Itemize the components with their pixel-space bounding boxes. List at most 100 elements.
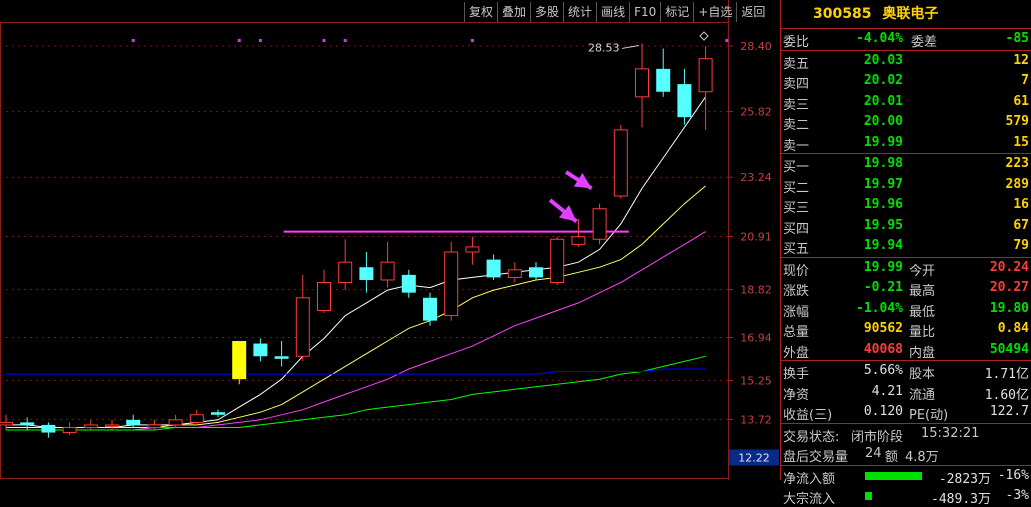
ask-book: 卖五 20.03 12 卖四 20.02 7 卖三 20.01 61 卖二 20.00 579 卖一 19… <box>781 51 1031 154</box>
toolbar-button-4[interactable]: 画线 <box>596 2 629 22</box>
candle-body <box>635 68 649 98</box>
fund-value: 5.66% <box>863 363 903 378</box>
trade-status: 闭市阶段 <box>851 429 904 445</box>
fundamentals: 换手 5.66% 股本 1.71亿 净资 4.21 流通 1.60亿 收益(三) 0.120 PE(… <box>781 361 1031 424</box>
ma-line <box>6 96 707 428</box>
trade-status-row: 交易状态: 闭市阶段 15:32:21 <box>781 424 1031 445</box>
weicha-value: -85 <box>1005 31 1029 46</box>
candle-body <box>41 424 56 433</box>
signal-dot <box>258 39 262 42</box>
quote-label: 量比 <box>909 325 936 340</box>
candle-body <box>677 84 692 118</box>
quote-label: 外盘 <box>783 345 810 361</box>
candle-body <box>317 282 331 311</box>
signal-dot <box>470 39 474 42</box>
fund-value: 4.21 <box>871 383 903 399</box>
candle-body <box>550 238 565 284</box>
quote-label: 内盘 <box>909 345 936 361</box>
candle-body <box>232 341 247 380</box>
bid-volume: 79 <box>1013 238 1029 253</box>
candle-body <box>211 412 225 415</box>
candle-body <box>83 424 98 428</box>
weibi-value: -4.04% <box>856 31 903 46</box>
ask-volume: 579 <box>1005 114 1029 129</box>
fund-label: PE(动) <box>909 408 949 423</box>
bid-label: 买五 <box>783 242 810 257</box>
signal-dot <box>237 39 241 42</box>
flow-bar <box>865 471 922 480</box>
candle-body <box>529 267 543 278</box>
candle-body <box>613 129 628 197</box>
quote-value: 50494 <box>989 341 1029 357</box>
bid-volume: 67 <box>1013 217 1029 233</box>
fund-label: 换手 <box>783 367 810 382</box>
candle-body <box>656 68 671 92</box>
ask-volume: 12 <box>1013 52 1029 68</box>
quote-value: 20.24 <box>989 259 1029 275</box>
ask-price: 20.02 <box>863 73 903 88</box>
ask-price: 20.01 <box>863 93 903 109</box>
bid-label: 买四 <box>783 221 810 237</box>
ask-price: 20.03 <box>863 52 903 68</box>
candle-body <box>401 274 416 293</box>
toolbar-button-5[interactable]: F10 <box>629 2 660 22</box>
after-vol-label: 盘后交易量 <box>783 450 849 465</box>
toolbar-button-0[interactable]: 复权 <box>464 2 497 22</box>
fund-label: 收益(三) <box>783 408 833 423</box>
fund-value: 1.60亿 <box>984 387 1029 403</box>
flow-row: 净流入额 -2823万 -16% <box>781 466 1031 487</box>
quote-panel: 300585 奥联电子 委比 -4.04% 委差 -85 卖五 20.03 12 卖四… <box>780 0 1031 507</box>
toolbar-button-1[interactable]: 叠加 <box>497 2 530 22</box>
bid-book: 买一 19.98 223 买二 19.97 289 买三 19.96 16 买四 19.95 67 买五… <box>781 154 1031 258</box>
candle-body <box>189 414 204 423</box>
signal-dot <box>322 39 326 42</box>
candle-body <box>0 421 13 426</box>
y-tick-label: 20.91 <box>740 230 772 243</box>
candle-body <box>359 267 374 280</box>
quote-value: -0.21 <box>863 280 903 295</box>
flow-row: 大宗流入 -489.3万 -3% <box>781 486 1031 507</box>
fund-label: 净资 <box>783 387 810 403</box>
y-tick-label: 13.72 <box>740 413 772 426</box>
toolbar-button-7[interactable]: +自选 <box>693 2 736 22</box>
ask-label: 卖一 <box>783 138 810 154</box>
toolbar-button-2[interactable]: 多股 <box>530 2 563 22</box>
candle-body <box>274 356 289 359</box>
toolbar-button-6[interactable]: 标记 <box>660 2 693 22</box>
stock-name: 奥联电子 <box>882 6 939 22</box>
price-marker-label: 12.22 <box>738 451 770 464</box>
quote-label: 现价 <box>783 263 810 279</box>
flow-value: -489.3万 <box>931 492 991 507</box>
bid-price: 19.95 <box>863 217 903 233</box>
stock-title: 300585 奥联电子 <box>781 0 1031 29</box>
toolbar-button-8[interactable]: 返回 <box>736 2 769 22</box>
ask-label: 卖五 <box>783 56 810 72</box>
toolbar-button-3[interactable]: 统计 <box>563 2 596 22</box>
quote-value: 19.99 <box>863 259 903 275</box>
weibi-label: 委比 <box>783 35 810 50</box>
fund-label: 流通 <box>909 387 936 403</box>
stock-code: 300585 <box>813 6 872 22</box>
ask-row: 卖一 19.99 15 <box>781 133 1031 154</box>
quote-label: 总量 <box>783 325 810 340</box>
quote-row: 现价 19.99 今开 20.24 <box>781 258 1031 279</box>
bid-price: 19.98 <box>863 156 903 171</box>
flow-percent: -16% <box>997 467 1029 483</box>
bid-price: 19.97 <box>863 176 903 192</box>
candle-body <box>465 246 480 253</box>
quote-value: 0.84 <box>997 321 1029 336</box>
candle-body <box>507 269 522 278</box>
flow-bar <box>865 492 872 500</box>
trade-status-label: 交易状态: <box>783 429 840 445</box>
money-flow: 净流入额 -2823万 -16% 大宗流入 -489.3万 -3% <box>781 466 1031 507</box>
kline-chart[interactable]: 28.40 25.82 23.24 20.91 18.82 16.94 15.25 13.72… <box>0 0 780 480</box>
fund-row: 收益(三) 0.120 PE(动) 122.7 <box>781 402 1031 423</box>
bid-row: 买二 19.97 289 <box>781 175 1031 196</box>
candle-body <box>380 261 395 281</box>
signal-dot <box>725 39 729 42</box>
quote-row: 外盘 40068 内盘 50494 <box>781 340 1031 361</box>
ma-line <box>6 368 706 375</box>
fund-value: 1.71亿 <box>984 367 1029 382</box>
signal-dot <box>131 39 135 42</box>
fund-value: 122.7 <box>989 404 1029 419</box>
